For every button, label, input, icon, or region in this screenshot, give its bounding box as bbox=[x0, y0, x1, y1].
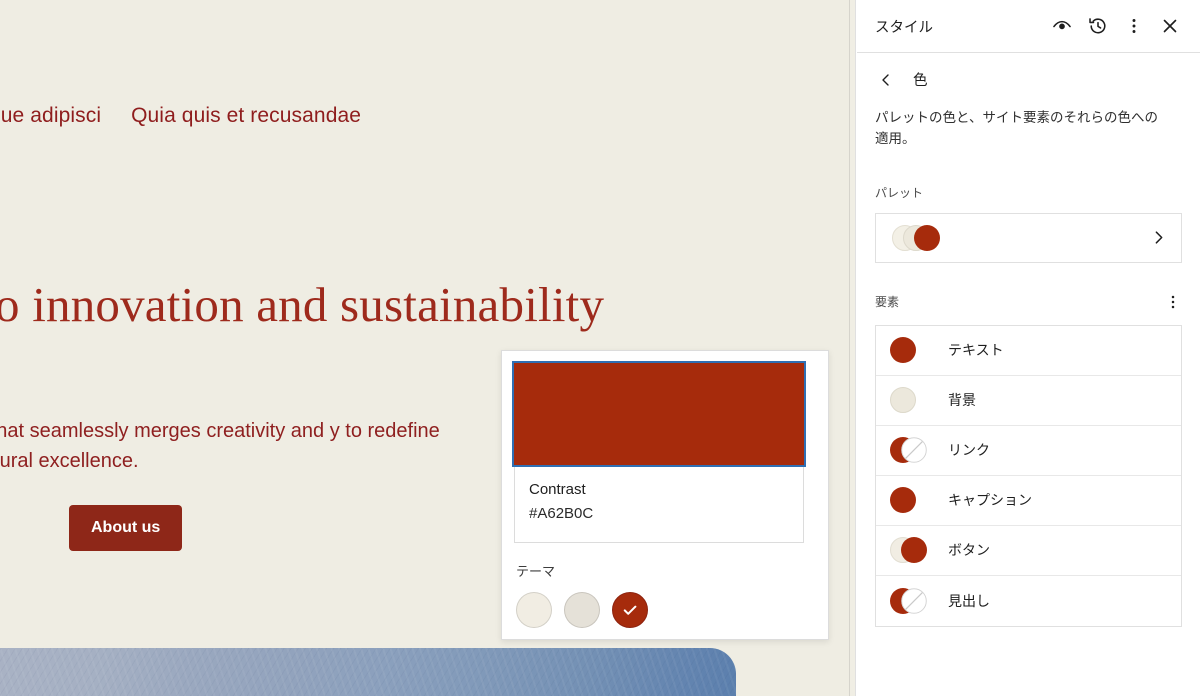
element-label: 見出し bbox=[948, 592, 990, 609]
color-indicator bbox=[890, 587, 934, 614]
color-picker-popover: Contrast #A62B0C テーマ bbox=[501, 350, 829, 640]
color-hex-value: #A62B0C bbox=[529, 504, 594, 522]
hero-image-block[interactable] bbox=[0, 648, 736, 696]
element-label: キャプション bbox=[948, 492, 1032, 509]
elements-list: テキスト 背景 リンク キャプション ボタン 見出し bbox=[875, 324, 1182, 627]
vertical-ellipsis-icon bbox=[1132, 19, 1136, 33]
sidebar-title: スタイル bbox=[875, 19, 933, 36]
theme-section-label: テーマ bbox=[516, 563, 556, 579]
styles-sidebar: スタイル 色 パレットの色と、サイト要素のそれらの色への適用。 パレット 要素 … bbox=[857, 0, 1200, 696]
palette-chevron-right-icon bbox=[1150, 229, 1167, 246]
element-row-button[interactable]: ボタン bbox=[876, 526, 1181, 576]
check-icon bbox=[623, 605, 637, 615]
sidebar-description: パレットの色と、サイト要素のそれらの色への適用。 bbox=[875, 110, 1158, 147]
elements-more-options-icon[interactable] bbox=[1160, 289, 1186, 315]
about-us-button[interactable]: About us bbox=[69, 505, 183, 551]
color-preview-swatch[interactable] bbox=[512, 361, 806, 467]
color-indicator bbox=[890, 487, 934, 514]
hero-heading[interactable]: ment to innovation and sustainability bbox=[0, 276, 630, 333]
theme-swatch-list bbox=[516, 591, 816, 628]
vertical-ellipsis-icon bbox=[1171, 295, 1175, 308]
color-info: Contrast #A62B0C bbox=[514, 465, 804, 543]
color-indicator bbox=[890, 537, 934, 564]
eye-icon bbox=[1053, 20, 1071, 30]
nav-link-1[interactable]: non atque adipisci bbox=[0, 104, 101, 128]
theme-swatch-base[interactable] bbox=[516, 591, 552, 628]
element-label: 背景 bbox=[948, 392, 976, 409]
color-preview-fill bbox=[514, 363, 804, 465]
elements-label: 要素 bbox=[875, 295, 900, 310]
color-name: Contrast bbox=[529, 481, 586, 498]
site-navigation: non atque adipisci Quia quis et recusand… bbox=[0, 104, 361, 128]
indicator-front bbox=[901, 537, 927, 564]
chevron-right-icon bbox=[1155, 231, 1163, 244]
panel-divider bbox=[849, 0, 856, 696]
color-indicator bbox=[890, 337, 934, 364]
element-label: リンク bbox=[948, 442, 990, 459]
theme-swatch-contrast-light[interactable] bbox=[564, 591, 600, 628]
sidebar-section-title: 色 bbox=[913, 73, 928, 89]
revisions-icon[interactable] bbox=[1082, 10, 1114, 42]
indicator-front-none bbox=[901, 587, 927, 614]
indicator-front bbox=[890, 487, 916, 514]
sidebar-header-actions bbox=[1046, 10, 1186, 42]
elements-header: 要素 bbox=[875, 289, 1186, 315]
theme-swatch-contrast-selected[interactable] bbox=[612, 591, 648, 628]
element-label: ボタン bbox=[948, 542, 990, 559]
palette-color-stack bbox=[892, 224, 1150, 251]
indicator-front bbox=[890, 337, 916, 364]
app-root: non atque adipisci Quia quis et recusand… bbox=[0, 0, 1200, 696]
element-row-heading[interactable]: 見出し bbox=[876, 576, 1181, 626]
sidebar-header: スタイル bbox=[857, 0, 1200, 53]
nav-link-2[interactable]: Quia quis et recusandae bbox=[131, 104, 361, 128]
element-label: テキスト bbox=[948, 342, 1004, 359]
element-row-background[interactable]: 背景 bbox=[876, 376, 1181, 426]
color-indicator bbox=[890, 387, 934, 414]
indicator-front bbox=[890, 387, 916, 414]
indicator-front-none bbox=[901, 437, 927, 463]
element-row-text[interactable]: テキスト bbox=[876, 326, 1181, 376]
palette-row[interactable] bbox=[875, 212, 1182, 263]
close-icon[interactable] bbox=[1154, 10, 1186, 42]
color-indicator bbox=[890, 437, 934, 464]
palette-label: パレット bbox=[875, 185, 924, 200]
palette-color-3 bbox=[914, 224, 940, 251]
chevron-left-icon bbox=[882, 73, 889, 86]
more-options-icon[interactable] bbox=[1118, 10, 1150, 42]
sidebar-subheader: 色 bbox=[857, 53, 1200, 107]
hero-body-text[interactable]: ng firm that seamlessly merges creativit… bbox=[0, 416, 544, 477]
element-row-caption[interactable]: キャプション bbox=[876, 476, 1181, 526]
history-icon bbox=[1089, 18, 1106, 34]
back-button[interactable] bbox=[873, 67, 899, 93]
close-x-icon bbox=[1163, 19, 1177, 33]
element-row-link[interactable]: リンク bbox=[876, 426, 1181, 476]
style-book-icon[interactable] bbox=[1046, 10, 1078, 42]
